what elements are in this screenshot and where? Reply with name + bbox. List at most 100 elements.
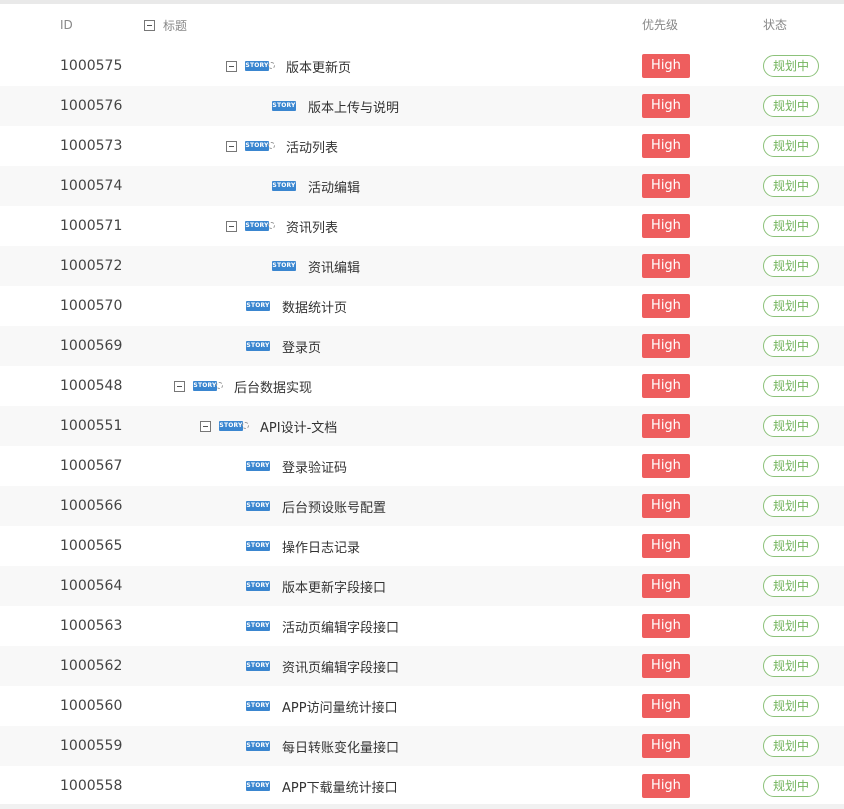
table-row[interactable]: 1000548 STORY 后台数据实现 High 规划中 <box>0 366 844 406</box>
row-title-link[interactable]: 操作日志记录 <box>282 537 360 556</box>
story-badge-icon: STORY <box>246 541 270 551</box>
row-title-link[interactable]: 后台预设账号配置 <box>282 497 386 516</box>
collapse-toggle-icon[interactable] <box>226 220 237 232</box>
column-header-priority[interactable]: 优先级 <box>642 4 678 46</box>
priority-badge[interactable]: High <box>642 654 690 678</box>
collapse-all-icon[interactable] <box>144 19 155 31</box>
priority-badge[interactable]: High <box>642 54 690 78</box>
priority-badge[interactable]: High <box>642 774 690 798</box>
table-row[interactable]: 1000563 STORY 活动页编辑字段接口 High 规划中 <box>0 606 844 646</box>
table-row[interactable]: 1000566 STORY 后台预设账号配置 High 规划中 <box>0 486 844 526</box>
row-id: 1000573 <box>60 138 123 154</box>
table-header: ID 标题 优先级 状态 <box>0 4 844 46</box>
row-id: 1000566 <box>60 498 123 514</box>
priority-badge[interactable]: High <box>642 334 690 358</box>
table-row[interactable]: 1000572 STORY 资讯编辑 High 规划中 <box>0 246 844 286</box>
row-title-link[interactable]: 版本更新字段接口 <box>282 577 386 596</box>
table-row[interactable]: 1000570 STORY 数据统计页 High 规划中 <box>0 286 844 326</box>
priority-badge[interactable]: High <box>642 574 690 598</box>
priority-badge[interactable]: High <box>642 134 690 158</box>
priority-badge[interactable]: High <box>642 454 690 478</box>
row-title-link[interactable]: APP访问量统计接口 <box>282 697 398 716</box>
column-header-status[interactable]: 状态 <box>763 4 787 46</box>
status-badge[interactable]: 规划中 <box>763 55 819 77</box>
row-title-cell: STORY 版本更新页 <box>226 46 351 86</box>
status-badge[interactable]: 规划中 <box>763 695 819 717</box>
status-badge[interactable]: 规划中 <box>763 175 819 197</box>
status-badge[interactable]: 规划中 <box>763 135 819 157</box>
table-row[interactable]: 1000559 STORY 每日转账变化量接口 High 规划中 <box>0 726 844 766</box>
priority-badge[interactable]: High <box>642 254 690 278</box>
collapse-toggle-icon[interactable] <box>200 420 211 432</box>
status-badge[interactable]: 规划中 <box>763 335 819 357</box>
table-row[interactable]: 1000574 STORY 活动编辑 High 规划中 <box>0 166 844 206</box>
row-title-link[interactable]: API设计-文档 <box>260 417 337 436</box>
table-row[interactable]: 1000567 STORY 登录验证码 High 规划中 <box>0 446 844 486</box>
row-title-link[interactable]: 资讯列表 <box>286 217 338 236</box>
row-title-link[interactable]: 每日转账变化量接口 <box>282 737 399 756</box>
row-title-cell: STORY APP下载量统计接口 <box>246 766 398 806</box>
priority-badge[interactable]: High <box>642 534 690 558</box>
story-badge-icon: STORY <box>246 341 270 351</box>
priority-badge[interactable]: High <box>642 174 690 198</box>
table-row[interactable]: 1000565 STORY 操作日志记录 High 规划中 <box>0 526 844 566</box>
column-header-title-label[interactable]: 标题 <box>163 17 187 34</box>
row-title-link[interactable]: 后台数据实现 <box>234 377 312 396</box>
table-row[interactable]: 1000564 STORY 版本更新字段接口 High 规划中 <box>0 566 844 606</box>
row-id: 1000570 <box>60 298 123 314</box>
row-title-link[interactable]: 活动页编辑字段接口 <box>282 617 399 636</box>
priority-badge[interactable]: High <box>642 214 690 238</box>
priority-badge[interactable]: High <box>642 414 690 438</box>
column-header-id[interactable]: ID <box>60 4 73 46</box>
status-badge[interactable]: 规划中 <box>763 735 819 757</box>
status-badge[interactable]: 规划中 <box>763 255 819 277</box>
status-badge[interactable]: 规划中 <box>763 775 819 797</box>
story-badge-icon: STORY <box>245 221 269 231</box>
status-badge[interactable]: 规划中 <box>763 375 819 397</box>
status-badge[interactable]: 规划中 <box>763 615 819 637</box>
table-row[interactable]: 1000573 STORY 活动列表 High 规划中 <box>0 126 844 166</box>
priority-badge[interactable]: High <box>642 494 690 518</box>
table-row[interactable]: 1000569 STORY 登录页 High 规划中 <box>0 326 844 366</box>
row-title-link[interactable]: APP下载量统计接口 <box>282 777 398 796</box>
status-badge[interactable]: 规划中 <box>763 495 819 517</box>
priority-badge[interactable]: High <box>642 614 690 638</box>
collapse-toggle-icon[interactable] <box>226 140 237 152</box>
row-id: 1000563 <box>60 618 123 634</box>
story-badge-icon: STORY <box>246 581 270 591</box>
priority-badge[interactable]: High <box>642 294 690 318</box>
table-row[interactable]: 1000575 STORY 版本更新页 High 规划中 <box>0 46 844 86</box>
priority-badge[interactable]: High <box>642 94 690 118</box>
status-badge[interactable]: 规划中 <box>763 535 819 557</box>
priority-badge[interactable]: High <box>642 734 690 758</box>
row-title-link[interactable]: 数据统计页 <box>282 297 347 316</box>
status-badge[interactable]: 规划中 <box>763 95 819 117</box>
table-row[interactable]: 1000558 STORY APP下载量统计接口 High 规划中 <box>0 766 844 806</box>
row-title-link[interactable]: 版本更新页 <box>286 57 351 76</box>
row-title-link[interactable]: 活动编辑 <box>308 177 360 196</box>
table-row[interactable]: 1000560 STORY APP访问量统计接口 High 规划中 <box>0 686 844 726</box>
table-row[interactable]: 1000576 STORY 版本上传与说明 High 规划中 <box>0 86 844 126</box>
table-row[interactable]: 1000571 STORY 资讯列表 High 规划中 <box>0 206 844 246</box>
row-title-link[interactable]: 活动列表 <box>286 137 338 156</box>
story-badge-icon: STORY <box>272 181 296 191</box>
row-title-link[interactable]: 版本上传与说明 <box>308 97 399 116</box>
row-title-link[interactable]: 资讯编辑 <box>308 257 360 276</box>
priority-badge[interactable]: High <box>642 374 690 398</box>
status-badge[interactable]: 规划中 <box>763 455 819 477</box>
row-title-link[interactable]: 登录页 <box>282 337 321 356</box>
story-badge-icon: STORY <box>272 261 296 271</box>
collapse-toggle-icon[interactable] <box>226 60 237 72</box>
row-title-cell: STORY 资讯编辑 <box>272 246 360 286</box>
status-badge[interactable]: 规划中 <box>763 215 819 237</box>
priority-badge[interactable]: High <box>642 694 690 718</box>
row-title-link[interactable]: 资讯页编辑字段接口 <box>282 657 399 676</box>
status-badge[interactable]: 规划中 <box>763 415 819 437</box>
table-row[interactable]: 1000562 STORY 资讯页编辑字段接口 High 规划中 <box>0 646 844 686</box>
table-row[interactable]: 1000551 STORY API设计-文档 High 规划中 <box>0 406 844 446</box>
status-badge[interactable]: 规划中 <box>763 295 819 317</box>
status-badge[interactable]: 规划中 <box>763 655 819 677</box>
collapse-toggle-icon[interactable] <box>174 380 185 392</box>
row-title-link[interactable]: 登录验证码 <box>282 457 347 476</box>
status-badge[interactable]: 规划中 <box>763 575 819 597</box>
